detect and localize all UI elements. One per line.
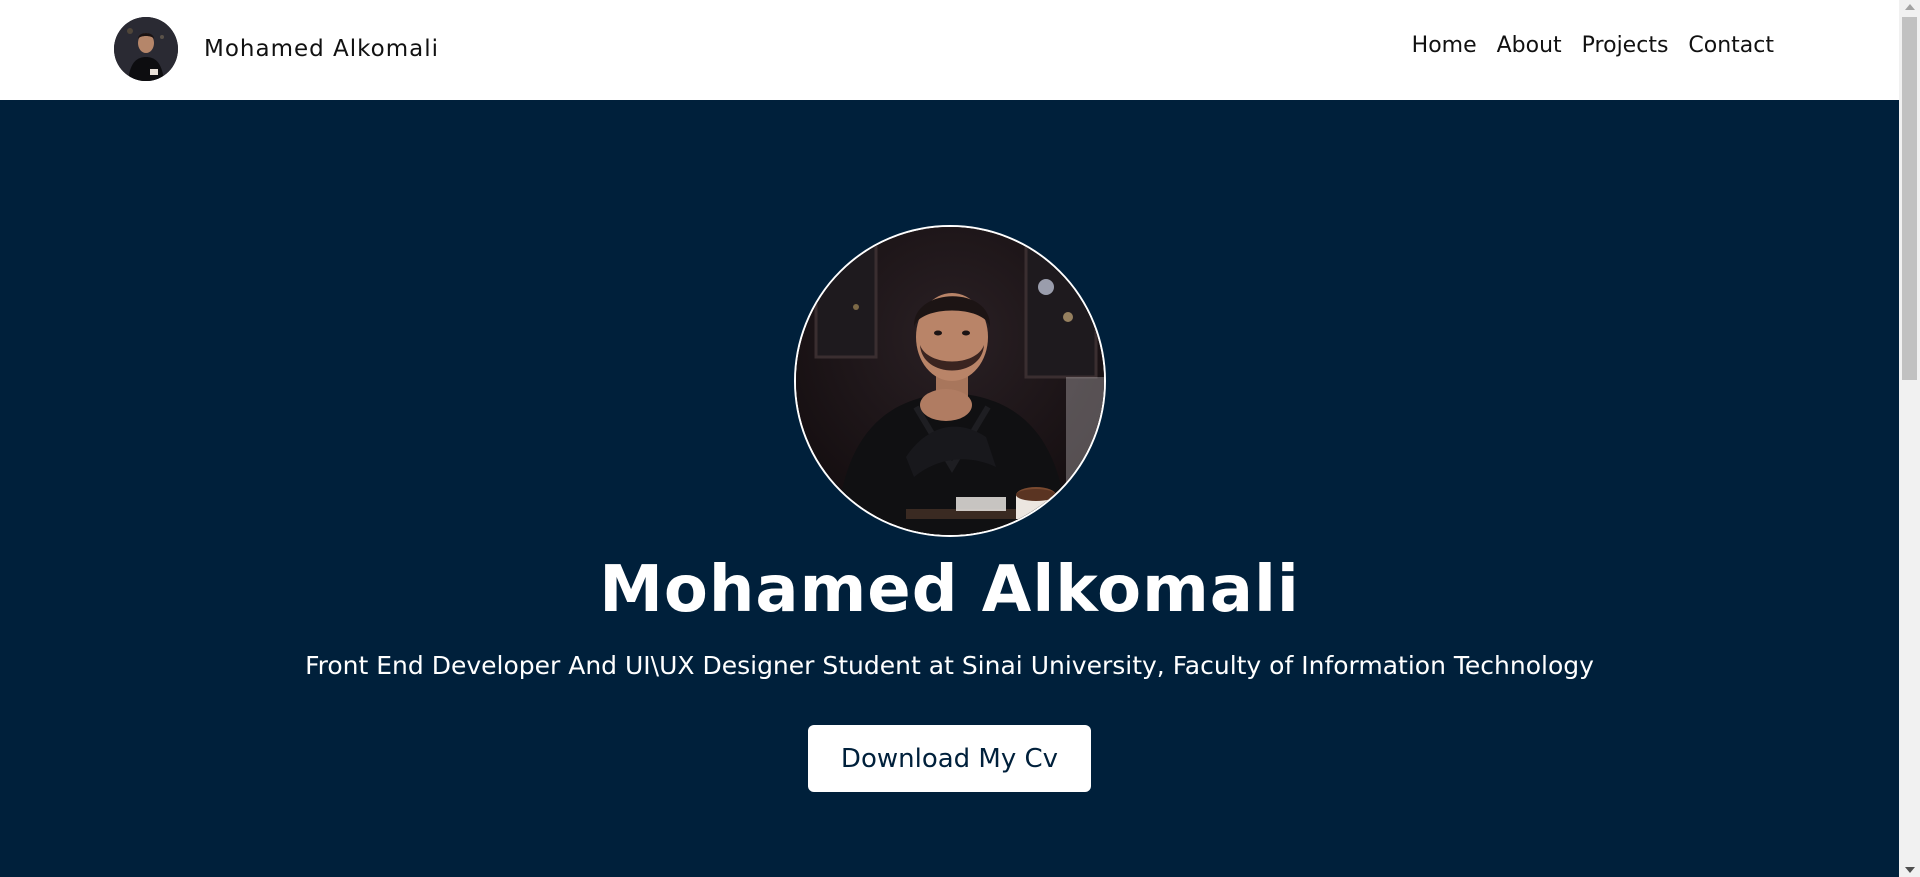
download-cv-button[interactable]: Download My Cv — [808, 725, 1091, 792]
nav-link-contact[interactable]: Contact — [1688, 33, 1774, 58]
navbar: Mohamed Alkomali Home About Projects Con… — [0, 0, 1899, 100]
profile-photo-icon — [114, 17, 178, 81]
portrait-photo-icon — [796, 227, 1104, 535]
hero-section: Mohamed Alkomali Front End Developer And… — [0, 100, 1899, 877]
scroll-thumb[interactable] — [1902, 17, 1917, 380]
scroll-down-arrow-icon[interactable] — [1905, 867, 1915, 873]
brand[interactable]: Mohamed Alkomali — [114, 17, 439, 81]
nav-link-projects[interactable]: Projects — [1582, 33, 1669, 58]
main-nav: Home About Projects Contact — [1412, 33, 1774, 58]
brand-name[interactable]: Mohamed Alkomali — [204, 36, 439, 62]
scroll-up-arrow-icon[interactable] — [1905, 4, 1915, 10]
nav-link-about[interactable]: About — [1497, 33, 1562, 58]
page-scrollbar[interactable] — [1899, 0, 1920, 877]
hero-name: Mohamed Alkomali — [599, 553, 1300, 627]
brand-avatar[interactable] — [114, 17, 178, 81]
hero-portrait — [794, 225, 1106, 537]
nav-link-home[interactable]: Home — [1412, 33, 1477, 58]
hero-subtitle: Front End Developer And UI\UX Designer S… — [305, 651, 1594, 680]
